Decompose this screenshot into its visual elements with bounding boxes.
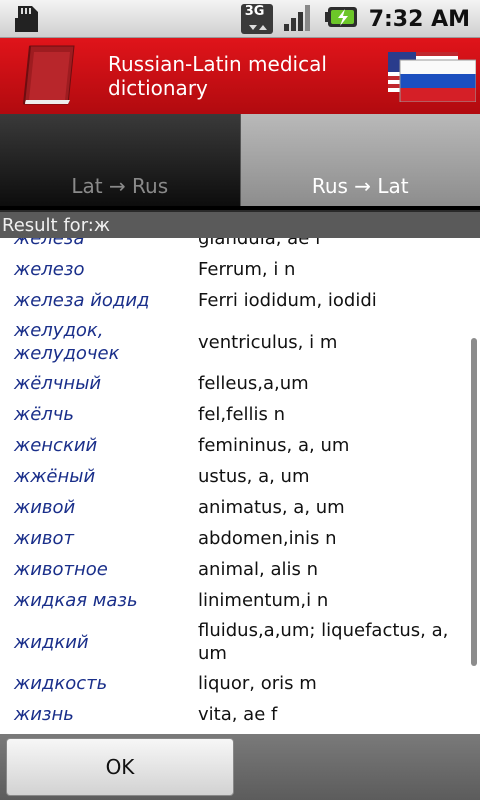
russian-term: железа — [14, 238, 85, 249]
tab-lat-rus[interactable]: Lat → Rus — [0, 114, 241, 206]
list-item[interactable]: жидкость liquor, oris m — [0, 668, 480, 699]
russian-term: живот — [14, 528, 75, 549]
russian-term: жжёный — [14, 466, 96, 487]
tab-rus-lat-label: Rus → Lat — [311, 174, 409, 198]
tab-lat-rus-label: Lat → Rus — [71, 174, 169, 198]
latin-term: abdomen,inis n — [198, 528, 337, 549]
russian-term: жизнь — [14, 704, 74, 725]
russian-term: жёлчный — [14, 373, 102, 394]
russian-term: желудок, желудочек — [14, 320, 120, 364]
russian-term: женский — [14, 435, 98, 456]
language-flags-icon[interactable] — [388, 52, 477, 106]
network-3g-icon: 3G — [240, 3, 273, 35]
list-item[interactable]: жёлчь fel,fellis n — [0, 399, 480, 430]
list-item[interactable]: жидкая мазь linimentum,i n — [0, 585, 480, 616]
result-header: Result for:ж — [0, 210, 480, 238]
status-bar: 3G 7:32 AM — [0, 0, 480, 38]
latin-term: animal, alis n — [198, 559, 318, 580]
list-item[interactable]: животное animal, alis n — [0, 554, 480, 585]
latin-term: animatus, a, um — [198, 497, 345, 518]
russian-term: живой — [14, 497, 76, 518]
latin-term: fluidus,a,um; liquefactus, a, um — [198, 620, 449, 664]
russian-term: жёлчь — [14, 404, 75, 425]
list-item[interactable]: железа йодид Ferri iodidum, iodidi — [0, 285, 480, 316]
russian-term: жидкий — [14, 631, 89, 653]
list-item[interactable]: жидкий fluidus,a,um; liquefactus, a, um — [0, 616, 480, 668]
signal-strength-icon — [283, 2, 315, 36]
latin-term: liquor, oris m — [198, 673, 317, 694]
list-scrollbar[interactable] — [471, 338, 477, 666]
list-item[interactable]: желудок, желудочек ventriculus, i m — [0, 316, 480, 368]
app-title-bar: Russian-Latin medical dictionary — [0, 38, 480, 114]
results-list[interactable]: железа glandula, ae f железо Ferrum, i n… — [0, 238, 480, 734]
latin-term: ventriculus, i m — [198, 331, 338, 353]
list-item[interactable]: живот abdomen,inis n — [0, 523, 480, 554]
latin-term: glandula, ae f — [198, 238, 322, 249]
app-title: Russian-Latin medical dictionary — [108, 52, 327, 100]
dictionary-book-icon — [20, 42, 84, 116]
latin-term: linimentum,i n — [198, 590, 329, 611]
ok-button[interactable]: OK — [6, 738, 234, 796]
battery-charging-icon — [324, 5, 359, 33]
russian-term: железа йодид — [14, 290, 150, 311]
list-item[interactable]: железо Ferrum, i n — [0, 254, 480, 285]
russian-term: жидкость — [14, 673, 108, 694]
list-item[interactable]: живой animatus, a, um — [0, 492, 480, 523]
sd-card-icon — [12, 4, 42, 38]
footer-bar: OK — [0, 734, 480, 800]
network-label: 3G — [244, 4, 265, 19]
latin-term: fel,fellis n — [198, 404, 286, 425]
direction-tabs: Lat → Rus Rus → Lat — [0, 114, 480, 206]
latin-term: ustus, a, um — [198, 466, 310, 487]
status-clock: 7:32 AM — [368, 6, 470, 32]
latin-term: vita, ae f — [198, 704, 278, 725]
list-item[interactable]: железа glandula, ae f — [0, 238, 480, 254]
tab-rus-lat[interactable]: Rus → Lat — [240, 114, 480, 206]
russian-term: животное — [14, 559, 108, 580]
list-item[interactable]: жёлчный felleus,a,um — [0, 368, 480, 399]
latin-term: femininus, a, um — [198, 435, 350, 456]
russian-flag-icon — [399, 59, 477, 103]
latin-term: Ferri iodidum, iodidi — [198, 290, 377, 311]
russian-term: железо — [14, 259, 85, 280]
list-item[interactable]: женский femininus, a, um — [0, 430, 480, 461]
latin-term: felleus,a,um — [198, 373, 309, 394]
latin-term: Ferrum, i n — [198, 259, 296, 280]
russian-term: жидкая мазь — [14, 590, 138, 611]
list-item[interactable]: жизнь vita, ae f — [0, 699, 480, 730]
list-item[interactable]: жжёный ustus, a, um — [0, 461, 480, 492]
